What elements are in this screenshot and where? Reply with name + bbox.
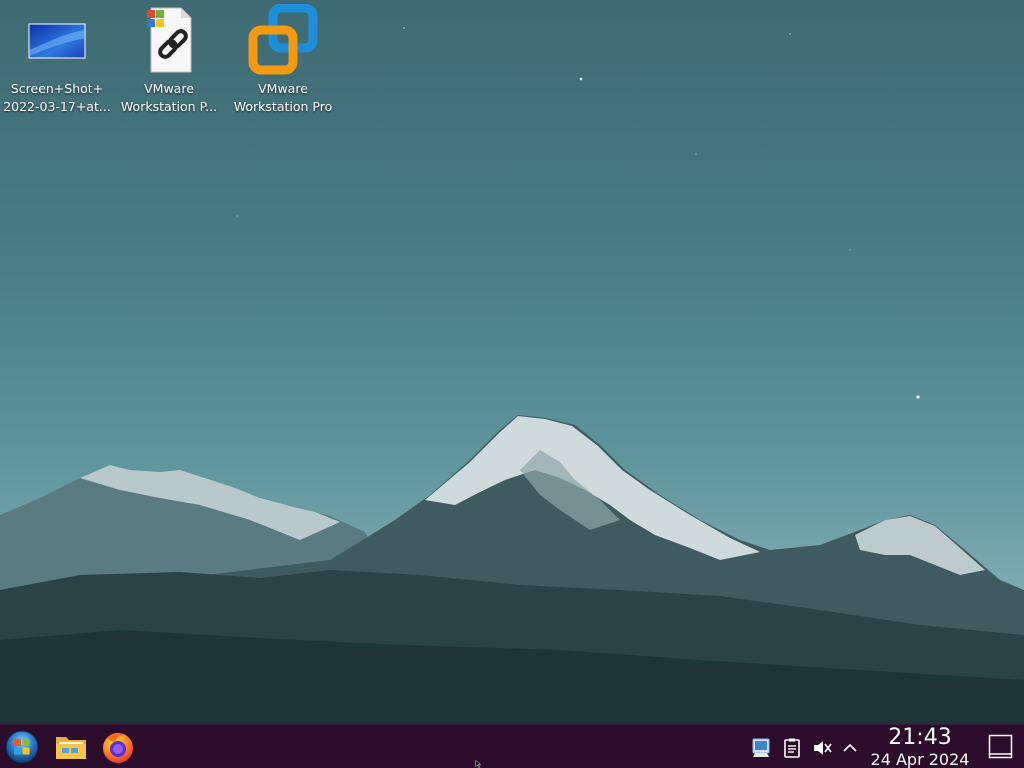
clock[interactable]: 21:43 24 Apr 2024 bbox=[864, 725, 976, 768]
windows-shortcut-icon bbox=[147, 7, 192, 73]
taskbar: 21:43 24 Apr 2024 bbox=[0, 724, 1024, 768]
start-menu-icon[interactable] bbox=[5, 730, 39, 764]
show-desktop-icon[interactable] bbox=[988, 734, 1013, 759]
file-manager-icon[interactable] bbox=[54, 730, 88, 764]
desktop-icon-label-line1: VMware bbox=[144, 81, 194, 96]
chevron-up-icon[interactable] bbox=[839, 737, 861, 759]
desktop-icon-label-line2: Workstation P... bbox=[120, 99, 218, 114]
vmware-icon bbox=[248, 4, 318, 75]
desktop-icon-label-line1: Screen+Shot+ bbox=[10, 81, 104, 96]
desktop-icon-screenshot[interactable]: Screen+Shot+ 2022-03-17+at... bbox=[1, 4, 113, 116]
mouse-cursor bbox=[475, 760, 482, 768]
volume-muted-icon[interactable] bbox=[811, 737, 833, 759]
clock-time: 21:43 bbox=[888, 725, 952, 750]
desktop[interactable]: Screen+Shot+ 2022-03-17+at... VMware Wor… bbox=[0, 0, 1024, 768]
desktop-icon-vmware-shortcut[interactable]: VMware Workstation P... bbox=[113, 4, 225, 116]
clipboard-icon[interactable] bbox=[781, 737, 803, 759]
desktop-icon-vmware-pro[interactable]: VMware Workstation Pro bbox=[227, 4, 339, 116]
desktop-icon-label-line2: 2022-03-17+at... bbox=[3, 99, 111, 114]
firefox-icon[interactable] bbox=[101, 730, 135, 764]
desktop-icon-label-line2: Workstation Pro bbox=[233, 99, 333, 114]
clock-date: 24 Apr 2024 bbox=[870, 750, 970, 768]
network-icon[interactable] bbox=[750, 737, 772, 759]
image-file-icon bbox=[28, 23, 86, 59]
desktop-icon-label-line1: VMware bbox=[258, 81, 308, 96]
